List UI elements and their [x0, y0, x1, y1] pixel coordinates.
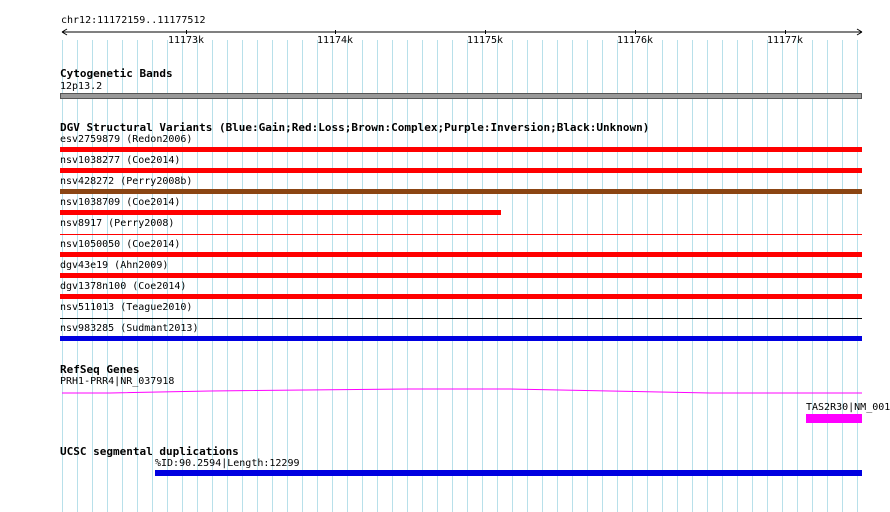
dgv-feature-bar[interactable]	[60, 168, 862, 173]
dgv-feature-label: nsv1038709 (Coe2014)	[60, 197, 181, 208]
ruler-tick-mark	[635, 30, 636, 34]
dgv-feature-label: nsv428272 (Perry2008b)	[60, 176, 193, 187]
segdup-label: %ID:90.2594|Length:12299	[155, 458, 300, 469]
dgv-feature-label: dgv1378n100 (Coe2014)	[60, 281, 187, 292]
dgv-feature-label: nsv511013 (Teague2010)	[60, 302, 193, 313]
dgv-feature-bar[interactable]	[60, 318, 862, 319]
dgv-feature-bar[interactable]	[60, 234, 862, 235]
refseq-gene-tas2r30[interactable]	[806, 414, 862, 423]
ruler-tick-mark	[186, 30, 187, 34]
ruler-tick-label: 11175k	[466, 35, 504, 46]
dgv-feature-label: nsv983285 (Sudmant2013)	[60, 323, 199, 334]
dgv-feature-label: esv2759879 (Redon2006)	[60, 134, 193, 145]
track-title-cytogenetic-bands: Cytogenetic Bands	[60, 67, 173, 80]
track-title-dgv: DGV Structural Variants (Blue:Gain;Red:L…	[60, 121, 650, 134]
dgv-feature-bar[interactable]	[60, 273, 862, 278]
ruler-tick-mark	[485, 30, 486, 34]
ruler-tick-label: 11173k	[167, 35, 205, 46]
refseq-gene-label-tas2r30: TAS2R30|NM_001	[806, 402, 890, 413]
ruler-tick-label: 11174k	[316, 35, 354, 46]
segdup-feature[interactable]	[155, 470, 862, 476]
cyto-band-bar[interactable]	[60, 93, 862, 99]
dgv-feature-bar[interactable]	[60, 336, 862, 341]
dgv-feature-bar[interactable]	[60, 189, 862, 194]
ruler-tick-label: 11176k	[616, 35, 654, 46]
ruler-axis	[61, 28, 863, 36]
dgv-feature-bar[interactable]	[60, 294, 862, 299]
dgv-feature-label: nsv1038277 (Coe2014)	[60, 155, 181, 166]
ruler-tick-mark	[335, 30, 336, 34]
dgv-feature-label: dgv43e19 (Ahn2009)	[60, 260, 169, 271]
refseq-gene-prh1[interactable]	[0, 384, 890, 398]
dgv-feature-bar[interactable]	[60, 210, 501, 215]
dgv-feature-label: nsv8917 (Perry2008)	[60, 218, 175, 229]
dgv-feature-bar[interactable]	[60, 252, 862, 257]
ruler-tick-label: 11177k	[766, 35, 804, 46]
track-title-segdup: UCSC segmental duplications	[60, 445, 239, 458]
dgv-feature-bar[interactable]	[60, 147, 862, 152]
cyto-band-label: 12p13.2	[60, 81, 103, 92]
dgv-feature-label: nsv1050050 (Coe2014)	[60, 239, 181, 250]
ruler-tick-mark	[785, 30, 786, 34]
track-title-refseq: RefSeq Genes	[60, 363, 140, 376]
